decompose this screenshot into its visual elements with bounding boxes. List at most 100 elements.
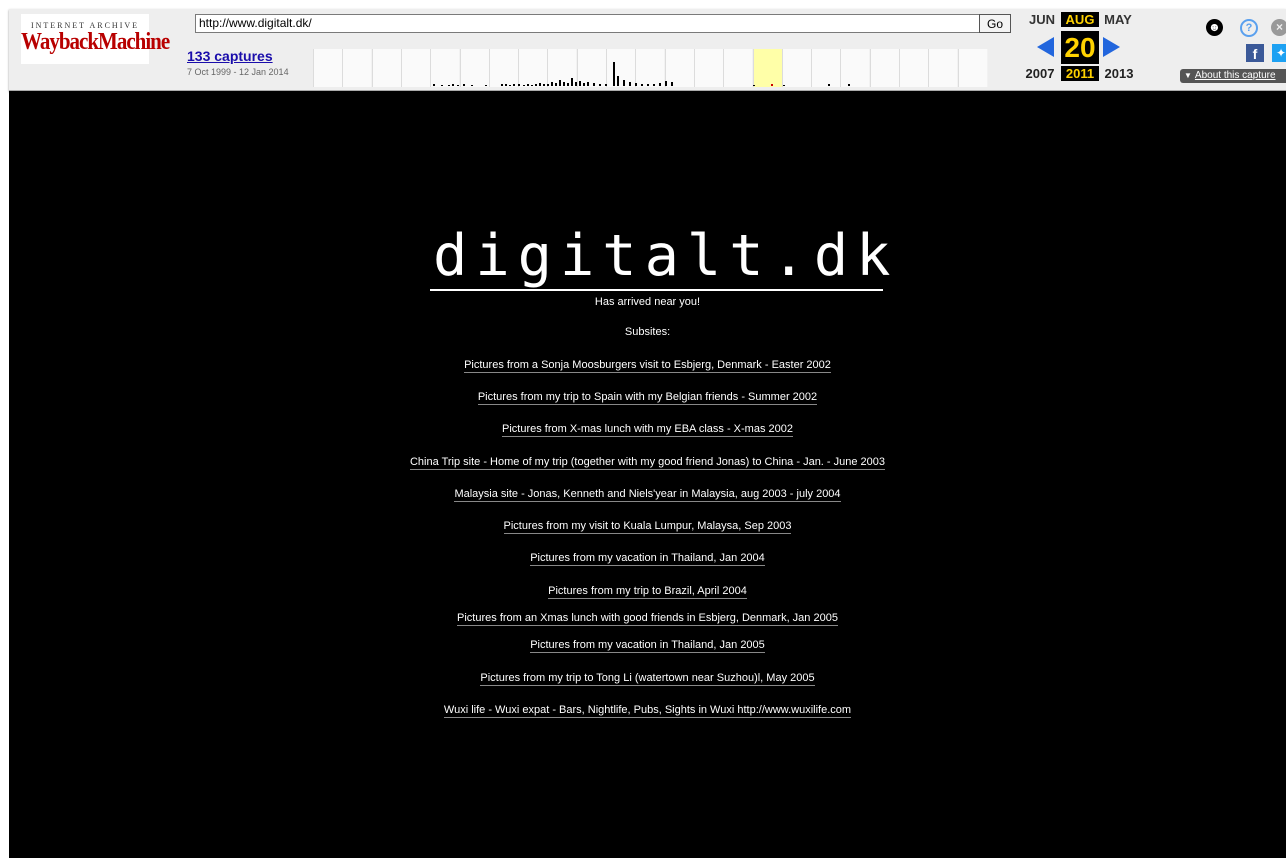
sparkline-capture-bar [433,84,435,86]
sparkline-capture-bar [659,83,661,86]
logo-underline [430,289,883,291]
sparkline-capture-bar [629,82,631,86]
capture-sparkline[interactable] [313,49,988,87]
wayback-toolbar: INTERNET ARCHIVE WaybackMachine Go 133 c… [9,9,1286,91]
prev-arrow-icon[interactable] [1037,37,1054,57]
sparkline-capture-bar [551,82,553,86]
subsite-link[interactable]: Pictures from X-mas lunch with my EBA cl… [502,423,793,437]
sparkline-capture-bar [501,84,503,86]
sparkline-capture-bar [452,84,454,86]
sparkline-capture-bar [783,85,785,86]
sparkline-capture-bar [441,85,443,86]
sparkline-current-capture [771,84,773,86]
user-icon[interactable]: ☻ [1206,19,1223,36]
sparkline-capture-bar [505,84,507,86]
sparkline-capture-bar [509,85,511,86]
sparkline-capture-bar [547,84,549,86]
sparkline-capture-bar [599,84,601,86]
sparkline-year-column[interactable] [899,49,928,87]
sparkline-year-column[interactable] [928,49,957,87]
sparkline-capture-bar [559,80,561,86]
sparkline-capture-bar [535,84,537,86]
go-button[interactable]: Go [979,14,1011,33]
subsite-link[interactable]: Pictures from my trip to Brazil, April 2… [548,585,747,599]
sparkline-year-column[interactable] [665,49,694,87]
subsite-link[interactable]: Pictures from my vacation in Thailand, J… [530,639,765,653]
capture-date-range: 7 Oct 1999 - 12 Jan 2014 [187,67,289,77]
captures-link[interactable]: 133 captures [187,48,273,64]
sparkline-year-column[interactable] [313,49,342,87]
sparkline-year-column[interactable] [430,49,459,87]
sparkline-year-column[interactable] [694,49,723,87]
subsite-link[interactable]: Pictures from my visit to Kuala Lumpur, … [503,520,792,534]
sparkline-year-column[interactable] [723,49,752,87]
sparkline-capture-bar [605,84,607,86]
sparkline-capture-bar [485,85,487,86]
year-next[interactable]: 2013 [1100,66,1138,81]
sparkline-year-column[interactable] [342,49,371,87]
sparkline-capture-bar [848,84,850,86]
sparkline-capture-bar [587,82,589,86]
about-capture-label: About this capture [1194,70,1276,81]
sparkline-capture-bar [671,82,673,86]
facebook-icon[interactable]: f [1246,44,1264,62]
sparkline-capture-bar [523,85,525,86]
sparkline-capture-bar [635,83,637,86]
next-arrow-icon[interactable] [1103,37,1120,57]
sparkline-year-column[interactable] [372,49,401,87]
subsite-link[interactable]: China Trip site - Home of my trip (toget… [409,456,886,470]
dropdown-triangle-icon: ▼ [1184,71,1192,80]
sparkline-capture-bar [593,83,595,86]
sparkline-year-column[interactable] [489,49,518,87]
logo-wayback-text: WaybackMachine [21,27,170,55]
sparkline-capture-bar [543,84,545,86]
help-icon[interactable]: ? [1240,19,1258,37]
sparkline-capture-bar [571,78,573,86]
sparkline-capture-bar [647,84,649,86]
sparkline-capture-bar [613,62,615,86]
sparkline-capture-bar [527,84,529,86]
day-current: 20 [1061,31,1099,64]
sparkline-year-column[interactable] [840,49,869,87]
year-current: 2011 [1061,66,1099,81]
subsite-link[interactable]: Pictures from an Xmas lunch with good fr… [457,612,838,626]
sparkline-capture-bar [653,84,655,86]
sparkline-capture-bar [471,85,473,86]
url-input[interactable] [195,14,981,33]
sparkline-capture-bar [463,84,465,86]
sparkline-capture-bar [539,83,541,86]
sparkline-year-column[interactable] [753,49,782,87]
sparkline-capture-bar [531,85,533,86]
sparkline-year-column[interactable] [518,49,547,87]
month-next[interactable]: MAY [1099,12,1137,27]
subsite-link[interactable]: Wuxi life - Wuxi expat - Bars, Nightlife… [443,704,852,718]
month-prev[interactable]: JUN [1023,12,1061,27]
sparkline-year-column[interactable] [958,49,987,87]
close-icon[interactable]: × [1271,19,1286,36]
wayback-logo[interactable]: INTERNET ARCHIVE WaybackMachine [21,14,170,64]
site-logo-link[interactable]: digitalt.dk [427,223,899,292]
sparkline-capture-bar [555,83,557,86]
subsite-link[interactable]: Pictures from my trip to Tong Li (watert… [480,672,815,686]
sparkline-year-column[interactable] [577,49,606,87]
subsite-link[interactable]: Pictures from a Sonja Moosburgers visit … [464,359,831,373]
twitter-icon[interactable]: ✦ [1272,44,1286,62]
sparkline-capture-bar [623,80,625,86]
sparkline-year-column[interactable] [870,49,899,87]
sparkline-year-column[interactable] [782,49,811,87]
sparkline-year-column[interactable] [401,49,430,87]
year-prev[interactable]: 2007 [1021,66,1059,81]
site-logo: digitalt.dk [433,223,899,289]
sparkline-year-column[interactable] [635,49,664,87]
sparkline-capture-bar [448,85,450,86]
sparkline-capture-bar [753,85,755,86]
subsite-link[interactable]: Pictures from my vacation in Thailand, J… [530,552,765,566]
sparkline-capture-bar [641,84,643,86]
subsite-link[interactable]: Pictures from my trip to Spain with my B… [477,391,818,405]
sparkline-year-column[interactable] [460,49,489,87]
sparkline-year-column[interactable] [811,49,840,87]
tagline: Has arrived near you! [594,296,701,308]
about-capture-button[interactable]: ▼ About this capture [1180,69,1286,83]
sparkline-capture-bar [567,83,569,86]
subsite-link[interactable]: Malaysia site - Jonas, Kenneth and Niels… [454,488,841,502]
